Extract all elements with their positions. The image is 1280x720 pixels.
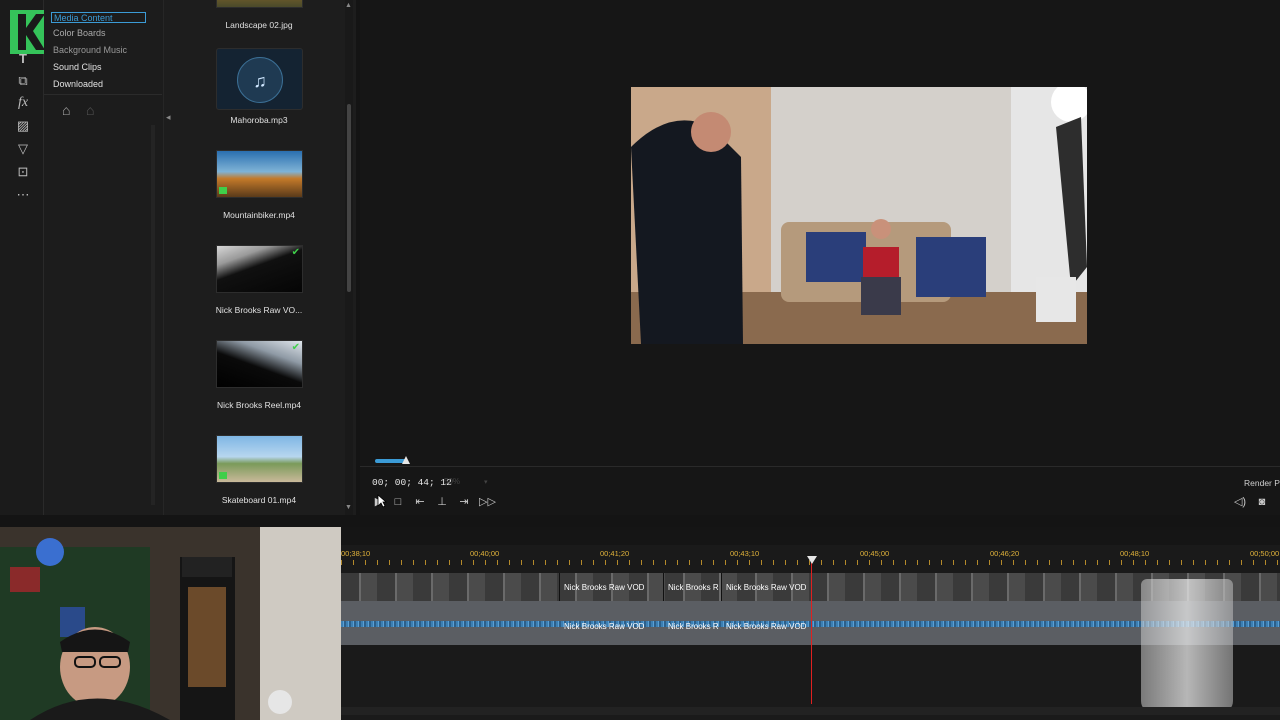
category-sound-clips[interactable]: Sound Clips	[53, 62, 102, 72]
module-rail: ▣ T ⧉ fx ▨ ▽ ⊡ ⋯	[0, 0, 44, 515]
ruler-label: 00;41;20	[600, 549, 630, 558]
glass-overlay	[1141, 579, 1233, 713]
next-frame-icon[interactable]: ⇥	[457, 495, 471, 509]
mask-icon[interactable]: ▽	[12, 140, 34, 158]
audio-clip-label[interactable]: Nick Brooks R	[668, 622, 719, 631]
fx-icon[interactable]: fx	[12, 94, 34, 112]
checkmark-icon: ✔	[291, 342, 300, 353]
media-name: Landscape 02.jpg	[225, 20, 293, 30]
mouse-cursor-icon	[377, 494, 387, 508]
volume-icon[interactable]: ◁)	[1233, 495, 1247, 509]
playhead[interactable]	[811, 559, 812, 704]
stop-icon[interactable]: □	[391, 495, 405, 509]
video-badge-icon	[219, 187, 227, 194]
audio-clip-label[interactable]: Nick Brooks Raw VOD	[564, 622, 644, 631]
preview-frame	[631, 87, 1087, 344]
media-scrollbar[interactable]: ▲ ▼	[345, 0, 353, 515]
scroll-up-icon[interactable]: ▲	[345, 2, 352, 9]
subtitle-icon[interactable]: ⊡	[12, 163, 34, 181]
media-name: Nick Brooks Raw VO...	[215, 305, 303, 315]
ruler-label: 00;40;00	[470, 549, 500, 558]
divider	[360, 466, 1280, 467]
playhead-handle[interactable]	[807, 556, 817, 564]
ruler-label: 00;46;20	[990, 549, 1020, 558]
video-clip-label[interactable]: Nick Brooks Raw VOD	[726, 583, 806, 592]
media-library: ◂ Landscape 02.jpg ♫ Mahoroba.mp3 Mounta…	[164, 0, 356, 515]
k-logo-icon	[18, 14, 45, 50]
timeline-scrollbar[interactable]	[341, 707, 1280, 715]
media-name: Mountainbiker.mp4	[223, 210, 295, 220]
ruler-label: 00;43;10	[730, 549, 760, 558]
video-clip-label[interactable]: Nick Brooks R	[668, 583, 719, 592]
preview-area: 00; 00; 44; 12 50% ▾ Render Pr ▶ □ ⇤ ⊥ ⇥…	[360, 0, 1280, 515]
music-note-icon: ♫	[237, 57, 283, 103]
overlay-icon[interactable]: ▨	[12, 117, 34, 135]
video-clip-label[interactable]: Nick Brooks Raw VOD	[564, 583, 644, 592]
media-name: Nick Brooks Reel.mp4	[216, 400, 302, 410]
scroll-down-icon[interactable]: ▼	[345, 504, 352, 511]
audio-clip-label[interactable]: Nick Brooks Raw VOD	[726, 622, 806, 631]
transition-icon[interactable]: ⧉	[12, 72, 34, 90]
scrollbar-thumb[interactable]	[347, 104, 351, 292]
media-name: Mahoroba.mp3	[230, 115, 288, 125]
add-tag-icon[interactable]: ⌂	[62, 102, 70, 118]
video-badge-icon	[219, 472, 227, 479]
logo-badge	[10, 10, 48, 54]
checkmark-icon: ✔	[291, 247, 300, 258]
webcam-overlay	[0, 527, 341, 720]
media-thumb-mountainbiker[interactable]	[216, 150, 303, 198]
category-background-music[interactable]: Background Music	[53, 45, 127, 55]
previous-frame-icon[interactable]: ⇤	[413, 495, 427, 509]
category-downloaded[interactable]: Downloaded	[53, 79, 103, 89]
media-thumb-reel[interactable]: ✔	[216, 340, 303, 388]
chevron-down-icon[interactable]: ▾	[484, 478, 488, 486]
scrubber-handle[interactable]	[402, 456, 410, 464]
category-media-content[interactable]: Media Content	[51, 12, 146, 23]
ruler-label: 00;48;10	[1120, 549, 1150, 558]
video-preview	[631, 87, 1087, 344]
zoom-fit-select[interactable]: 50%	[444, 477, 460, 486]
render-preview-button[interactable]: Render Pr	[1244, 478, 1280, 488]
more-icon[interactable]: ⋯	[12, 186, 34, 204]
media-thumb-raw-vod[interactable]: ✔	[216, 245, 303, 293]
media-name: Skateboard 01.mp4	[221, 495, 297, 505]
timeline: 00;38;10 00;40;00 00;41;20 00;43;10 00;4…	[341, 527, 1280, 720]
webcam-feed	[0, 527, 341, 720]
media-thumb-landscape[interactable]	[216, 0, 303, 8]
remove-tag-icon[interactable]: ⌂	[86, 102, 94, 118]
media-thumb-audio[interactable]: ♫	[216, 48, 303, 110]
fast-forward-icon[interactable]: ▷▷	[479, 495, 496, 509]
category-scrollbar[interactable]	[151, 125, 155, 505]
ruler-label: 00;50;00	[1250, 549, 1280, 558]
split-icon[interactable]: ⊥	[435, 495, 449, 509]
category-panel: Media Content Color Boards Background Mu…	[44, 0, 164, 515]
ruler-label: 00;38;10	[341, 549, 371, 558]
media-thumb-skateboard[interactable]	[216, 435, 303, 483]
divider	[44, 94, 162, 95]
timecode: 00; 00; 44; 12	[372, 477, 452, 488]
category-color-boards[interactable]: Color Boards	[53, 28, 106, 38]
timeline-header	[341, 527, 1280, 545]
ruler-label: 00;45;00	[860, 549, 890, 558]
snapshot-icon[interactable]: ◙	[1255, 495, 1269, 509]
